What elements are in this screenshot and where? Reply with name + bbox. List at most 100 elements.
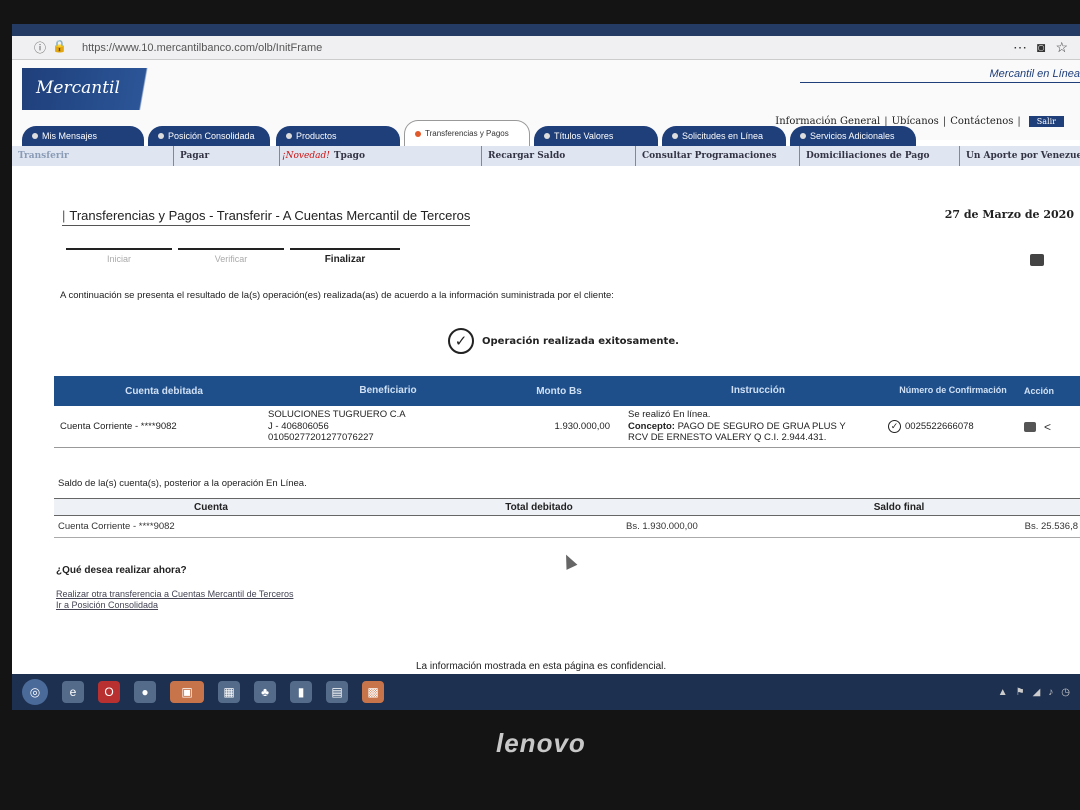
tagline: Mercantil en Línea (800, 68, 1080, 83)
subnav-label: Un Aporte por Venezuela (966, 151, 1080, 161)
sub-navigation: Transferir Pagar ¡Novedad! Tpago Recargar… (12, 146, 1080, 166)
concepto-label: Concepto: (628, 420, 675, 432)
subnav-domiciliaciones[interactable]: Domiciliaciones de Pago (800, 146, 960, 166)
address-bar[interactable]: ⓘ 🔒 https://www.10.mercantilbanco.com/ol… (12, 36, 1080, 60)
col-numero-confirmacion: Número de Confirmación (899, 385, 1007, 396)
logo-text: Mercantil (36, 78, 120, 98)
success-message: ✓ Operación realizada exitosamente. (448, 328, 679, 354)
tray-arrow-icon[interactable]: ▲ (998, 687, 1008, 698)
table-header: Cuenta debitada Beneficiario Monto Bs In… (54, 376, 1080, 406)
col-cuenta: Cuenta (194, 501, 228, 513)
col-accion: Acción (1024, 386, 1055, 396)
subnav-tpago[interactable]: ¡Novedad! Tpago (280, 146, 482, 166)
url-text[interactable]: https://www.10.mercantilbanco.com/olb/In… (82, 42, 322, 54)
table-row: Cuenta Corriente - ****9082 SOLUCIONES T… (54, 406, 1080, 448)
bookmark-star-icon[interactable]: ☆ (1055, 39, 1068, 56)
app2-icon[interactable]: ▦ (218, 681, 240, 703)
volume-icon[interactable]: ♪ (1048, 687, 1053, 698)
lock-icon: 🔒 (52, 39, 67, 53)
app4-icon[interactable]: ▮ (290, 681, 312, 703)
tab-label: Servicios Adicionales (810, 131, 895, 141)
share-icon[interactable]: < (1044, 420, 1051, 434)
taskbar: ◎ e O ● ▣ ▦ ♣ ▮ ▤ ▩ ▲ ⚑ ◢ ♪ ◷ (12, 674, 1080, 710)
opera-icon[interactable]: O (98, 681, 120, 703)
app5-icon[interactable]: ▩ (362, 681, 384, 703)
col-beneficiario: Beneficiario (359, 385, 417, 396)
tab-bullet-icon (32, 133, 38, 139)
success-text: Operación realizada exitosamente. (482, 335, 679, 347)
confirmacion-cell: ✓ 0025522666078 (888, 420, 1018, 433)
step-finalizar: Finalizar (290, 248, 400, 265)
saldo-text: Saldo de la(s) cuenta(s), posterior a la… (58, 478, 307, 489)
col-total-debitado: Total debitado (505, 501, 573, 513)
tab-servicios-adicionales[interactable]: Servicios Adicionales (790, 126, 916, 146)
tray-flag-icon[interactable]: ⚑ (1016, 687, 1025, 698)
folder-icon[interactable]: ▤ (326, 681, 348, 703)
tab-bullet-icon (286, 133, 292, 139)
tab-label: Títulos Valores (554, 131, 614, 141)
subnav-recargar-saldo[interactable]: Recargar Saldo (482, 146, 636, 166)
instruccion-cell: Se realizó En línea. Concepto: PAGO DE S… (618, 409, 888, 443)
tab-solicitudes-en-linea[interactable]: Solicitudes en Línea (662, 126, 786, 146)
subnav-label: Pagar (180, 151, 210, 161)
info-icon[interactable]: ⓘ (34, 39, 46, 56)
subnav-label: Consultar Programaciones (642, 151, 777, 161)
step-iniciar: Iniciar (66, 248, 172, 265)
subnav-consultar-programaciones[interactable]: Consultar Programaciones (636, 146, 800, 166)
next-action-question: ¿Qué desea realizar ahora? (56, 565, 187, 576)
tab-productos[interactable]: Productos (276, 126, 400, 146)
confirmacion-number: 0025522666078 (905, 421, 974, 432)
tab-posicion-consolidada[interactable]: Posición Consolidada (148, 126, 270, 146)
site-info-icons[interactable]: ⓘ 🔒 (12, 39, 82, 56)
tab-label: Productos (296, 131, 337, 141)
logo[interactable]: Mercantil (22, 68, 192, 110)
subnav-pagar[interactable]: Pagar (174, 146, 280, 166)
subnav-label: Tpago (333, 151, 365, 161)
subnav-label: Transferir (18, 151, 69, 161)
table-row: Cuenta Corriente - ****9082 Bs. 1.930.00… (54, 516, 1080, 538)
novedad-badge: ¡Novedad! (282, 151, 330, 161)
subnav-label: Recargar Saldo (488, 151, 566, 161)
clock-icon[interactable]: ◷ (1061, 687, 1070, 698)
concepto-linea2: RCV DE ERNESTO VALERY Q C.I. 2.944.431. (628, 432, 827, 444)
firefox-icon[interactable]: ▣ (170, 681, 204, 703)
cuenta-cell: Cuenta Corriente - ****9082 (58, 521, 175, 532)
laptop-brand-logo: lenovo (496, 728, 586, 758)
link-posicion-consolidada[interactable]: Ir a Posición Consolidada (56, 600, 293, 611)
network-icon[interactable]: ◢ (1033, 687, 1041, 698)
app3-icon[interactable]: ♣ (254, 681, 276, 703)
app-icon[interactable]: ● (134, 681, 156, 703)
col-saldo-final: Saldo final (873, 501, 925, 513)
check-circle-icon: ✓ (448, 328, 474, 354)
instruccion-estado: Se realizó En línea. (628, 409, 711, 421)
tab-bullet-icon (800, 133, 806, 139)
print-icon[interactable] (1024, 421, 1036, 432)
browser-titlebar (12, 24, 1080, 36)
tab-label: Transferencias y Pagos (425, 129, 509, 138)
link-otra-transferencia[interactable]: Realizar otra transferencia a Cuentas Me… (56, 589, 293, 600)
print-icon[interactable] (1030, 254, 1044, 266)
page-date: 27 de Marzo de 2020 (944, 208, 1074, 221)
subnav-aporte[interactable]: Un Aporte por Venezuela (960, 146, 1080, 166)
total-debitado-cell: Bs. 1.930.000,00 (626, 521, 698, 532)
tab-bullet-icon (415, 130, 421, 137)
step-verificar: Verificar (178, 248, 284, 265)
tab-bullet-icon (672, 133, 678, 139)
saldo-final-cell: Bs. 25.536,8 (1024, 521, 1078, 532)
col-instruccion: Instrucción (731, 385, 785, 396)
progress-steps: Iniciar Verificar Finalizar (66, 248, 400, 265)
tab-bullet-icon (544, 133, 550, 139)
col-monto: Monto Bs (536, 385, 582, 397)
system-tray[interactable]: ▲ ⚑ ◢ ♪ ◷ (998, 687, 1080, 698)
more-icon[interactable]: ⋯ (1013, 39, 1027, 56)
table-header: Cuenta Total debitado Saldo final (54, 498, 1080, 516)
pocket-icon[interactable]: ◙ (1037, 39, 1045, 56)
start-button-icon[interactable]: ◎ (22, 679, 48, 705)
tab-mis-mensajes[interactable]: Mis Mensajes (22, 126, 144, 146)
beneficiario-cell: SOLUCIONES TUGRUERO C.A J - 406806056 01… (268, 409, 508, 443)
subnav-transferir[interactable]: Transferir (12, 146, 174, 166)
tab-transferencias-y-pagos[interactable]: Transferencias y Pagos (404, 120, 530, 146)
tab-titulos-valores[interactable]: Títulos Valores (534, 126, 658, 146)
confidential-notice: La información mostrada en esta página e… (416, 661, 667, 672)
ie-icon[interactable]: e (62, 681, 84, 703)
